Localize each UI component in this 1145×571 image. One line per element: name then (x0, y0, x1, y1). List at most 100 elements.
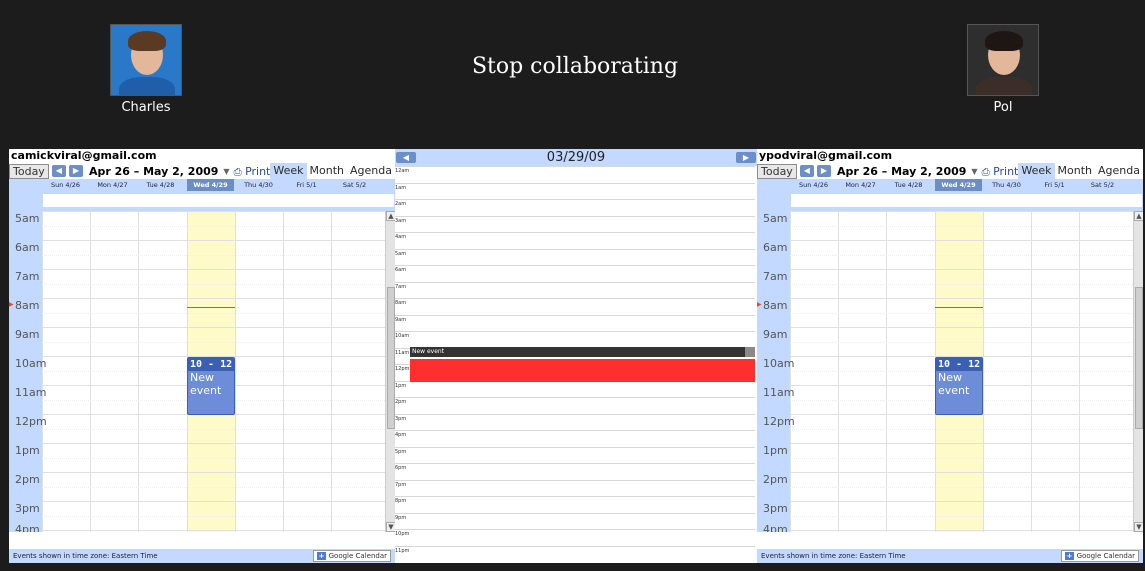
today-button[interactable]: Today (9, 163, 49, 179)
timezone-note: Events shown in time zone: Eastern Time (13, 552, 158, 560)
shared-event-title[interactable]: New event (410, 347, 755, 357)
hour-label: 1pm (15, 444, 40, 457)
hour-row[interactable]: 3am (395, 215, 755, 233)
hour-label: 2pm (395, 399, 407, 405)
day-label[interactable]: Sun 4/26 (42, 181, 89, 189)
day-label[interactable]: Tue 4/28 (137, 181, 184, 189)
week-grid[interactable]: 5am 6am 7am 8am 9am 10am 11am 12pm 1pm 2… (9, 210, 395, 532)
week-grid[interactable]: 5am 6am 7am 8am 9am 10am 11am 12pm 1pm 2… (757, 210, 1143, 532)
hour-row[interactable]: 9pm (395, 512, 755, 530)
scroll-up-icon[interactable]: ▲ (1134, 211, 1143, 221)
hour-row[interactable]: 7pm (395, 479, 755, 497)
hour-label: 12am (395, 168, 410, 174)
prev-day-button[interactable]: ◀ (396, 152, 416, 163)
hour-row[interactable]: 10pm (395, 529, 755, 546)
hour-row[interactable]: 8am (395, 298, 755, 315)
next-week-button[interactable]: ▶ (68, 165, 83, 177)
hour-label: 9am (763, 328, 788, 341)
hour-label: 4pm (763, 523, 788, 532)
tab-agenda[interactable]: Agenda (347, 163, 395, 179)
hour-label: 6am (395, 267, 407, 273)
hour-label: 8pm (395, 498, 407, 504)
hour-row[interactable]: 12am (395, 166, 755, 183)
hour-row[interactable]: 1pm (395, 380, 755, 398)
hour-label: 3pm (15, 502, 40, 515)
event-close-handle[interactable] (745, 347, 755, 357)
timezone-footer: Events shown in time zone: Eastern Time … (757, 549, 1143, 563)
day-label[interactable]: Tue 4/28 (885, 181, 932, 189)
next-week-button[interactable]: ▶ (816, 165, 831, 177)
day-label[interactable]: Fri 5/1 (1031, 181, 1078, 189)
hour-label: 12pm (15, 415, 47, 428)
chevron-down-icon[interactable]: ▼ (223, 167, 229, 176)
vertical-scrollbar[interactable]: ▲ ▼ (385, 211, 395, 532)
day-label[interactable]: Sat 5/2 (1079, 181, 1126, 189)
all-day-row[interactable] (9, 191, 395, 210)
hour-row[interactable]: 6pm (395, 463, 755, 480)
timezone-footer: Events shown in time zone: Eastern Time … (9, 549, 395, 563)
scroll-down-icon[interactable]: ▼ (386, 522, 395, 532)
google-calendar-button[interactable]: + Google Calendar (312, 550, 391, 562)
prev-week-button[interactable]: ◀ (799, 165, 814, 177)
hour-row[interactable]: 10am (395, 331, 755, 348)
hour-row[interactable]: 2am (395, 199, 755, 216)
hour-label: 5am (395, 250, 407, 257)
all-day-row[interactable] (757, 191, 1143, 210)
hour-row[interactable]: 4am (395, 232, 755, 249)
shared-event-block[interactable] (410, 359, 755, 382)
google-calendar-button[interactable]: + Google Calendar (1060, 550, 1139, 562)
tab-agenda[interactable]: Agenda (1095, 163, 1143, 179)
hour-row[interactable]: 4pm (395, 430, 755, 447)
scroll-up-icon[interactable]: ▲ (386, 211, 395, 221)
day-label[interactable]: Sat 5/2 (331, 181, 378, 189)
hour-label: 7am (15, 270, 40, 283)
hour-label: 7pm (395, 481, 407, 488)
shared-event-label: New event (412, 348, 445, 355)
hour-row[interactable]: 5am (395, 248, 755, 266)
tab-week[interactable]: Week (1018, 163, 1055, 179)
hour-label: 9am (395, 316, 407, 323)
scrollbar-thumb[interactable] (1135, 287, 1143, 429)
hour-label: 3pm (763, 502, 788, 515)
day-grid[interactable]: 11pm 10pm 9pm 8pm 7pm 6pm 5pm 4pm 3pm 2pm 1pm 12pm 1… (395, 166, 757, 563)
day-header: Sun 4/26 Mon 4/27 Tue 4/28 Wed 4/29 Thu … (757, 179, 1143, 191)
date-range: Apr 26 – May 2, 2009 (88, 164, 219, 178)
next-day-button[interactable]: ▶ (736, 152, 756, 163)
hour-row[interactable]: 3pm (395, 413, 755, 431)
avatar (110, 24, 182, 96)
day-label-today[interactable]: Wed 4/29 (187, 179, 234, 191)
hour-row[interactable]: 5pm (395, 446, 755, 464)
day-label[interactable]: Mon 4/27 (89, 181, 136, 189)
day-label-today[interactable]: Wed 4/29 (935, 179, 982, 191)
prev-week-button[interactable]: ◀ (51, 165, 66, 177)
hour-row[interactable]: 2pm (395, 397, 755, 414)
print-link[interactable]: ⎙ Print (234, 165, 271, 178)
hour-row[interactable]: 1am (395, 182, 755, 200)
hour-label: 7am (763, 270, 788, 283)
hour-row[interactable]: 7am (395, 281, 755, 299)
printer-icon: ⎙ (981, 166, 990, 178)
day-label[interactable]: Thu 4/30 (983, 181, 1030, 189)
tab-month[interactable]: Month (307, 163, 347, 179)
day-label[interactable]: Fri 5/1 (283, 181, 330, 189)
day-label[interactable]: Sun 4/26 (790, 181, 837, 189)
day-label[interactable]: Thu 4/30 (235, 181, 282, 189)
scrollbar-thumb[interactable] (387, 287, 395, 429)
print-link[interactable]: ⎙ Print (982, 165, 1019, 178)
calendar-event[interactable]: 10 - 12:0 New event (187, 357, 235, 415)
hour-row[interactable]: 11pm (395, 545, 755, 563)
date-range: Apr 26 – May 2, 2009 (836, 164, 967, 178)
calendar-event[interactable]: 10 - 12:0 New event (935, 357, 983, 415)
hour-row[interactable]: 9am (395, 314, 755, 332)
day-label[interactable]: Mon 4/27 (837, 181, 884, 189)
tab-month[interactable]: Month (1055, 163, 1095, 179)
hour-label: 6am (15, 241, 40, 254)
stop-collaborating-button[interactable]: Stop collaborating (430, 54, 720, 79)
today-button[interactable]: Today (757, 163, 797, 179)
tab-week[interactable]: Week (270, 163, 307, 179)
chevron-down-icon[interactable]: ▼ (971, 167, 977, 176)
vertical-scrollbar[interactable]: ▲ ▼ (1133, 211, 1143, 532)
hour-row[interactable]: 6am (395, 265, 755, 282)
hour-row[interactable]: 8pm (395, 496, 755, 513)
scroll-down-icon[interactable]: ▼ (1134, 522, 1143, 532)
